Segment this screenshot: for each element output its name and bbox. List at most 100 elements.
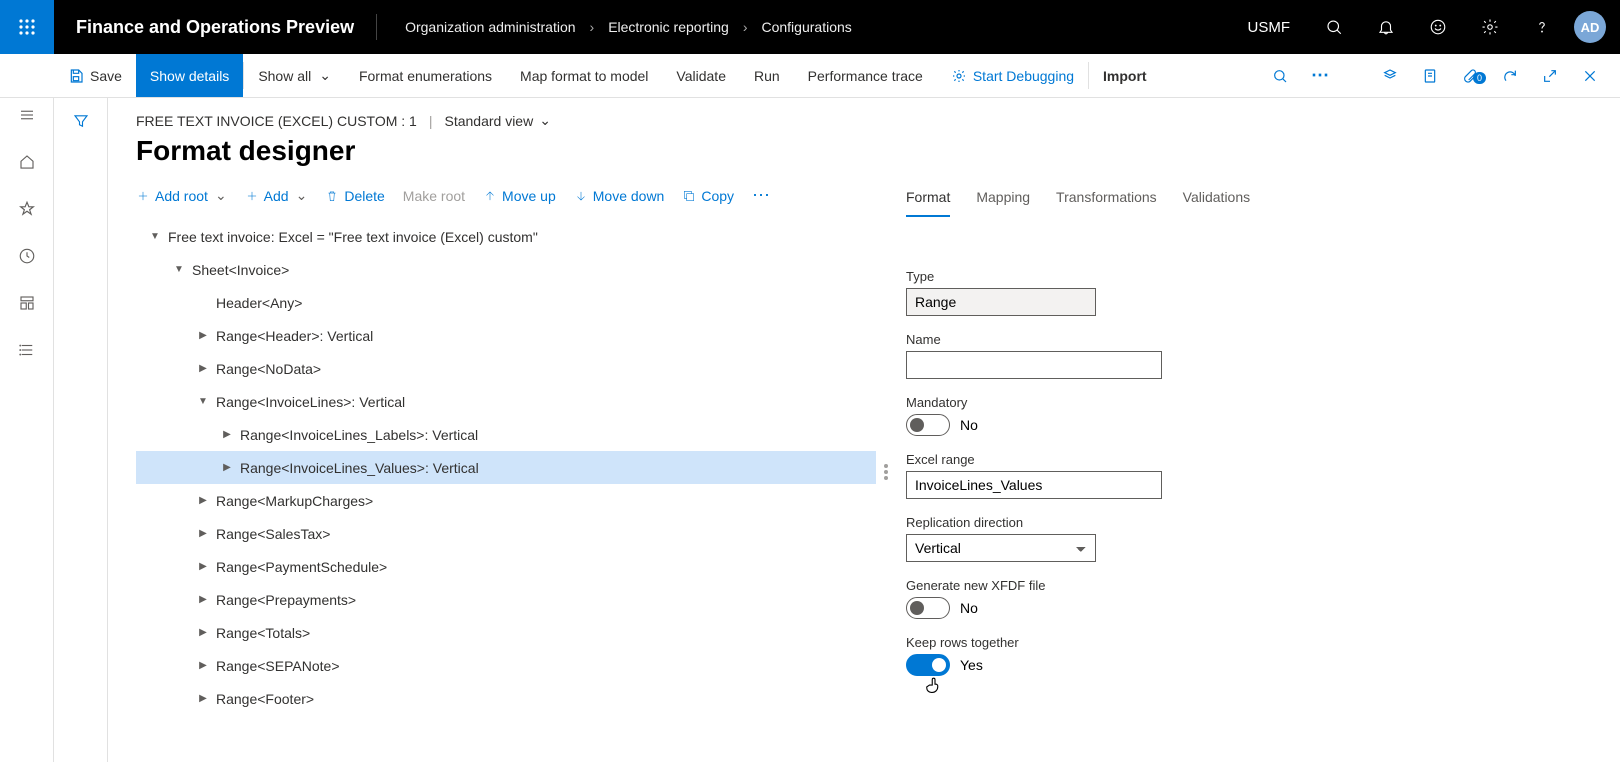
clock-icon[interactable] — [18, 247, 36, 270]
tree-row[interactable]: Range<PaymentSchedule> — [136, 550, 876, 583]
search-icon[interactable] — [1308, 0, 1360, 54]
tree-row[interactable]: Header<Any> — [136, 286, 876, 319]
breadcrumb-item[interactable]: Configurations — [761, 19, 851, 35]
expand-icon[interactable] — [218, 462, 236, 473]
import-button[interactable]: Import — [1089, 54, 1161, 97]
breadcrumb-item[interactable]: Organization administration — [405, 19, 575, 35]
keep-rows-toggle[interactable] — [906, 654, 950, 676]
replication-select[interactable]: Vertical — [906, 534, 1096, 562]
start-debugging-button[interactable]: Start Debugging — [937, 54, 1088, 97]
xfdf-toggle[interactable] — [906, 597, 950, 619]
popout-icon[interactable] — [1530, 68, 1570, 84]
close-icon[interactable] — [1570, 68, 1610, 84]
add-button[interactable]: Add⌄ — [245, 187, 308, 204]
tab-transformations[interactable]: Transformations — [1056, 185, 1157, 217]
performance-trace-button[interactable]: Performance trace — [794, 54, 937, 97]
map-format-button[interactable]: Map format to model — [506, 54, 662, 97]
detail-tabs: Format Mapping Transformations Validatio… — [906, 185, 1590, 217]
tree-label: Range<MarkupCharges> — [212, 493, 373, 509]
help-icon[interactable] — [1516, 0, 1568, 54]
company-selector[interactable]: USMF — [1230, 19, 1309, 36]
top-right-controls: USMF AD — [1230, 0, 1620, 54]
expand-icon[interactable] — [194, 561, 212, 572]
type-field — [906, 288, 1096, 316]
add-root-button[interactable]: Add root⌄ — [136, 187, 227, 204]
excel-range-field[interactable] — [906, 471, 1162, 499]
expand-icon[interactable] — [194, 330, 212, 341]
view-selector[interactable]: Standard view ⌄ — [444, 112, 550, 129]
page-icon[interactable] — [1410, 68, 1450, 84]
tree-row[interactable]: Range<MarkupCharges> — [136, 484, 876, 517]
expand-icon[interactable] — [170, 264, 188, 275]
show-all-button[interactable]: Show all⌄ — [244, 54, 345, 97]
expand-icon[interactable] — [194, 594, 212, 605]
import-label: Import — [1103, 68, 1147, 84]
tree-row[interactable]: Range<InvoiceLines_Values>: Vertical — [136, 451, 876, 484]
expand-icon[interactable] — [194, 528, 212, 539]
tree-label: Range<NoData> — [212, 361, 321, 377]
office-icon[interactable] — [1370, 68, 1410, 84]
tree-row[interactable]: Range<InvoiceLines_Labels>: Vertical — [136, 418, 876, 451]
chevron-down-icon: ⌄ — [539, 112, 551, 129]
tree-view[interactable]: Free text invoice: Excel = "Free text in… — [136, 220, 876, 762]
expand-icon[interactable] — [194, 660, 212, 671]
tree-row[interactable]: Range<InvoiceLines>: Vertical — [136, 385, 876, 418]
splitter[interactable] — [876, 185, 896, 762]
tree-row[interactable]: Free text invoice: Excel = "Free text in… — [136, 220, 876, 253]
expand-icon[interactable] — [194, 396, 212, 407]
validate-button[interactable]: Validate — [662, 54, 740, 97]
tree-row[interactable]: Range<SEPANote> — [136, 649, 876, 682]
bell-icon[interactable] — [1360, 0, 1412, 54]
mandatory-value: No — [960, 417, 978, 433]
hamburger-icon[interactable] — [18, 106, 36, 129]
expand-icon[interactable] — [194, 627, 212, 638]
run-button[interactable]: Run — [740, 54, 794, 97]
name-field[interactable] — [906, 351, 1162, 379]
tree-row[interactable]: Range<Prepayments> — [136, 583, 876, 616]
tree-row[interactable]: Range<SalesTax> — [136, 517, 876, 550]
gear-icon[interactable] — [1464, 0, 1516, 54]
expand-icon[interactable] — [194, 495, 212, 506]
home-icon[interactable] — [18, 153, 36, 176]
smile-icon[interactable] — [1412, 0, 1464, 54]
tree-label: Range<Footer> — [212, 691, 314, 707]
refresh-icon[interactable] — [1490, 68, 1530, 84]
save-button[interactable]: Save — [54, 54, 136, 97]
avatar[interactable]: AD — [1574, 11, 1606, 43]
run-label: Run — [754, 68, 780, 84]
main: FREE TEXT INVOICE (EXCEL) CUSTOM : 1 | S… — [0, 98, 1620, 762]
tree-row[interactable]: Sheet<Invoice> — [136, 253, 876, 286]
move-up-button[interactable]: Move up — [483, 188, 556, 204]
delete-button[interactable]: Delete — [325, 188, 384, 204]
tree-row[interactable]: Range<Header>: Vertical — [136, 319, 876, 352]
show-details-button[interactable]: Show details — [136, 54, 243, 97]
workspace-icon[interactable] — [18, 294, 36, 317]
format-enumerations-button[interactable]: Format enumerations — [345, 54, 506, 97]
tree-row[interactable]: Range<Totals> — [136, 616, 876, 649]
tab-mapping[interactable]: Mapping — [976, 185, 1030, 217]
expand-icon[interactable] — [218, 429, 236, 440]
expand-icon[interactable] — [146, 231, 164, 242]
move-down-button[interactable]: Move down — [574, 188, 665, 204]
copy-button[interactable]: Copy — [682, 188, 734, 204]
breadcrumb-item[interactable]: Electronic reporting — [608, 19, 729, 35]
expand-icon[interactable] — [194, 693, 212, 704]
mandatory-toggle[interactable] — [906, 414, 950, 436]
xfdf-label: Generate new XFDF file — [906, 578, 1590, 593]
tree-label: Range<InvoiceLines>: Vertical — [212, 394, 405, 410]
config-name: FREE TEXT INVOICE (EXCEL) CUSTOM : 1 — [136, 113, 417, 129]
star-icon[interactable] — [18, 200, 36, 223]
tab-format[interactable]: Format — [906, 185, 950, 217]
tree-row[interactable]: Range<NoData> — [136, 352, 876, 385]
tree-more-button[interactable]: ⋯ — [752, 185, 770, 206]
app-launcher-icon[interactable] — [0, 0, 54, 54]
attach-icon[interactable]: 0 — [1450, 68, 1490, 84]
command-bar: Save Show details Show all⌄ Format enume… — [0, 54, 1620, 98]
tree-row[interactable]: Range<Footer> — [136, 682, 876, 715]
search-cmd-icon[interactable] — [1260, 68, 1300, 84]
modules-icon[interactable] — [18, 341, 36, 364]
filter-icon[interactable] — [72, 112, 90, 762]
more-cmd-icon[interactable]: ⋯ — [1300, 65, 1340, 86]
expand-icon[interactable] — [194, 363, 212, 374]
tab-validations[interactable]: Validations — [1183, 185, 1250, 217]
